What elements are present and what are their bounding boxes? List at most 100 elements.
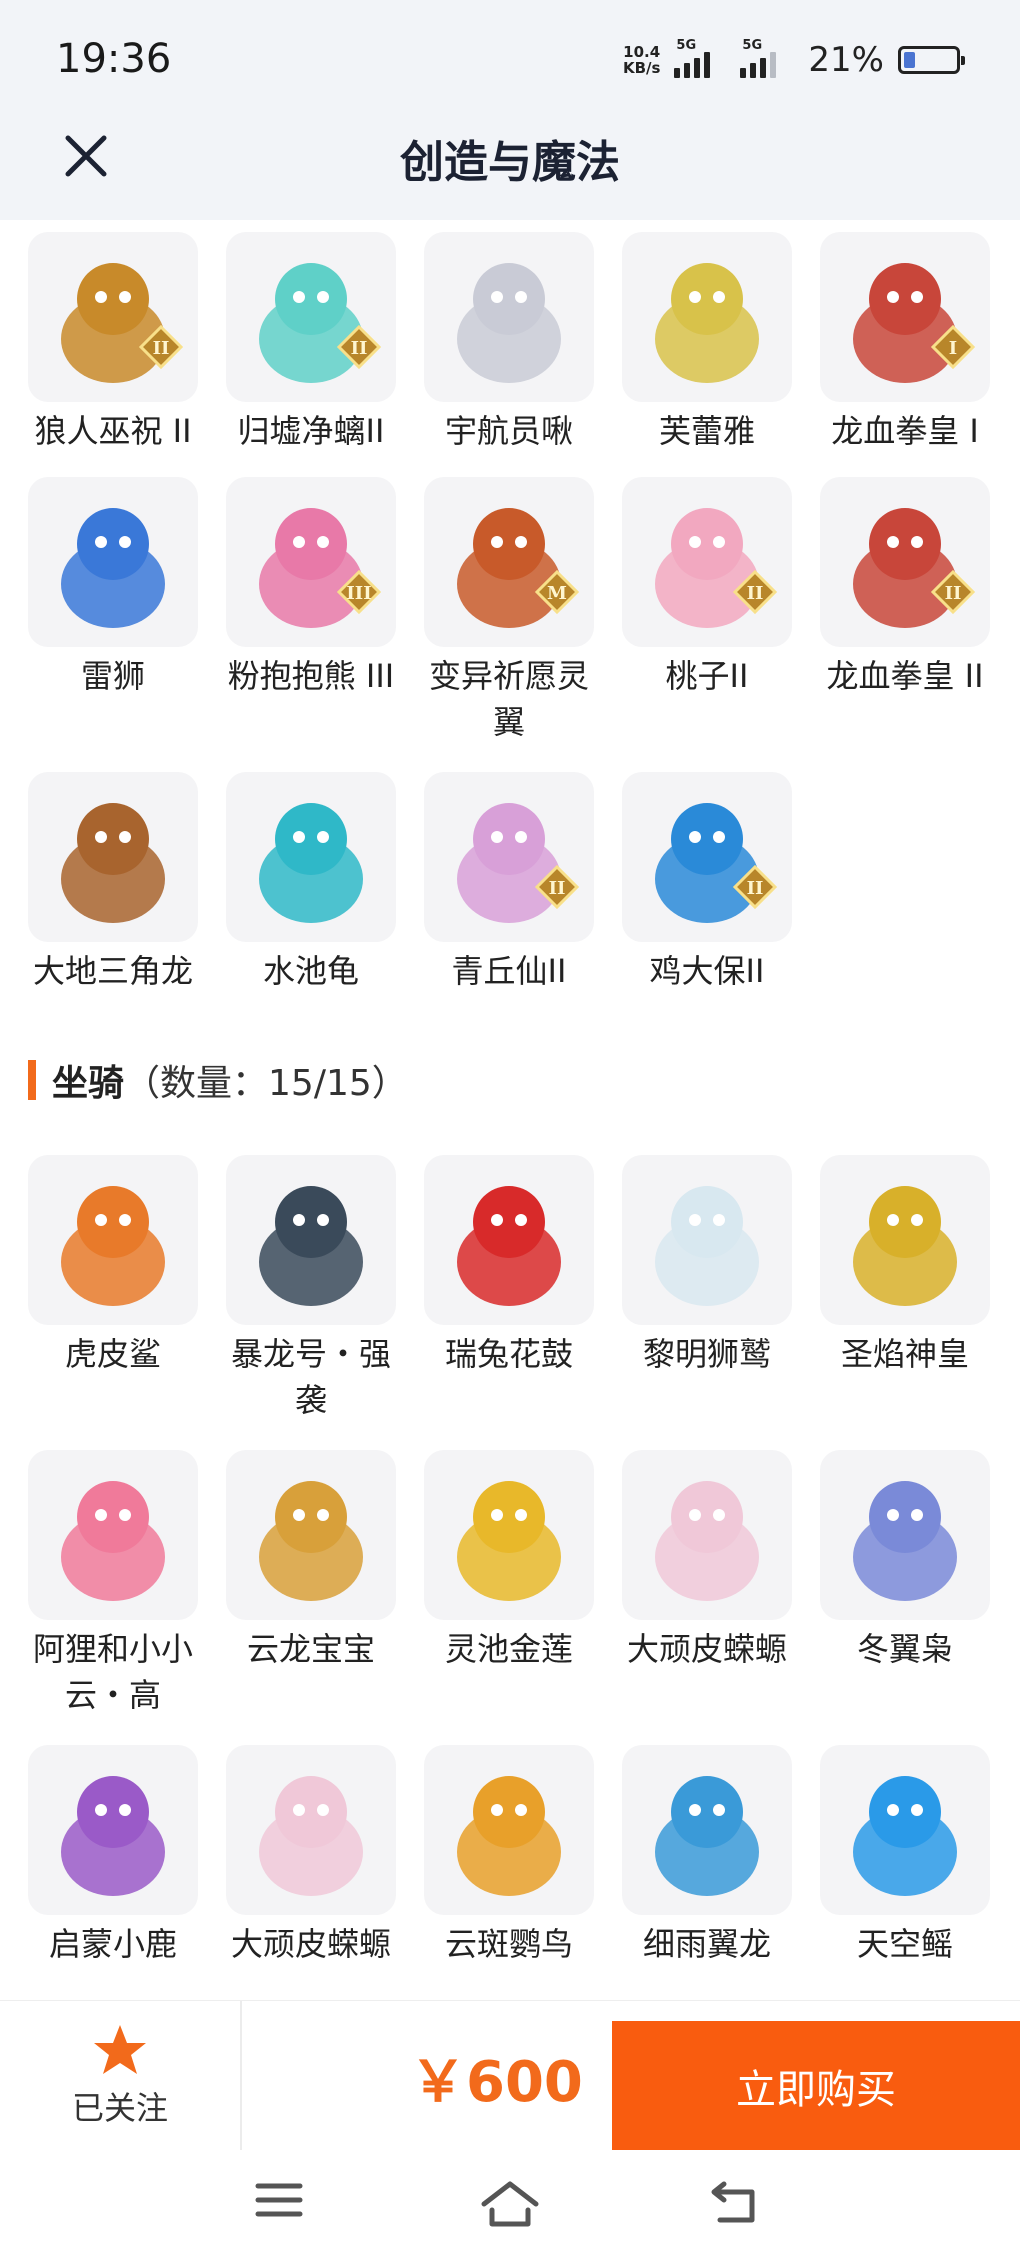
svg-text:I: I [949, 338, 957, 359]
pet-item[interactable]: 宇航员啾 [424, 232, 604, 454]
mount-name: 阿狸和小小云・高 [32, 1630, 193, 1714]
status-time: 19:36 [56, 36, 172, 82]
mount-thumbnail [820, 1450, 990, 1620]
pet-name: 狼人巫祝 II [34, 412, 192, 450]
mount-item[interactable]: 瑞兔花鼓 [424, 1155, 604, 1377]
character-art: II [655, 508, 777, 628]
pet-item[interactable]: I 龙血拳皇 I [820, 232, 1000, 454]
pet-item[interactable]: II 鸡大保II [622, 772, 802, 994]
section-title: 坐骑 [52, 1063, 125, 1104]
character-art: II [655, 803, 777, 923]
pet-item[interactable]: II 归墟净螭II [226, 232, 406, 454]
pet-item[interactable]: 水池龟 [226, 772, 406, 994]
status-bar: 19:36 10.4 KB/s 5G 5G 21% [0, 0, 1020, 112]
star-icon [94, 2025, 146, 2074]
mount-name: 云龙宝宝 [246, 1630, 375, 1668]
follow-label: 已关注 [71, 2089, 168, 2127]
back-button[interactable] [710, 2180, 770, 2230]
mount-thumbnail [820, 1155, 990, 1325]
svg-text:III: III [346, 583, 371, 604]
mount-name: 圣焰神皇 [840, 1335, 969, 1373]
mount-item[interactable]: 云斑鹦鸟 [424, 1745, 604, 1967]
pet-name: 青丘仙II [451, 952, 567, 990]
pet-name: 粉抱抱熊 III [227, 657, 395, 695]
mount-name: 黎明狮鹫 [642, 1335, 771, 1373]
character-art: III [259, 508, 381, 628]
section-count: （数量：15/15） [124, 1063, 408, 1104]
bottom-action-bar: 已关注 ￥600 立即购买 [0, 2000, 1020, 2151]
character-art [61, 1776, 165, 1896]
svg-text:II: II [747, 878, 764, 899]
mount-name: 细雨翼龙 [642, 1925, 771, 1963]
mount-thumbnail [622, 1450, 792, 1620]
menu-icon [255, 2183, 303, 2217]
character-art [853, 1481, 957, 1601]
character-art [457, 1481, 561, 1601]
svg-text:II: II [549, 878, 566, 899]
pet-name: 水池龟 [262, 952, 359, 990]
pet-item[interactable]: II 桃子II [622, 477, 802, 699]
character-art [259, 1776, 363, 1896]
pet-thumbnail: M [424, 477, 594, 647]
character-art [655, 1186, 759, 1306]
pet-thumbnail [28, 477, 198, 647]
battery-icon [898, 46, 965, 74]
mount-item[interactable]: 天空鳐 [820, 1745, 1000, 1967]
mount-thumbnail [424, 1745, 594, 1915]
home-button[interactable] [480, 2180, 540, 2230]
mount-item[interactable]: 虎皮鲨 [28, 1155, 208, 1377]
follow-button[interactable]: 已关注 [0, 2001, 242, 2151]
pet-thumbnail: II [424, 772, 594, 942]
pet-item[interactable]: 雷狮 [28, 477, 208, 699]
pet-thumbnail: I [820, 232, 990, 402]
mount-item[interactable]: 云龙宝宝 [226, 1450, 406, 1672]
pet-item[interactable]: II 龙血拳皇 II [820, 477, 1000, 699]
mount-name: 冬翼枭 [856, 1630, 953, 1668]
status-indicators: 10.4 KB/s 5G 5G 21% [623, 36, 965, 84]
menu-button[interactable] [254, 2180, 314, 2230]
mount-thumbnail [820, 1745, 990, 1915]
pet-name: 芙蕾雅 [658, 412, 755, 450]
pet-item[interactable]: 大地三角龙 [28, 772, 208, 994]
mount-thumbnail [622, 1155, 792, 1325]
mount-thumbnail [226, 1745, 396, 1915]
battery-fill [904, 52, 915, 68]
network-speed-value: 10.4 [623, 43, 661, 61]
price: ￥600 [410, 2050, 583, 2115]
character-art [61, 1186, 165, 1306]
character-art [853, 1776, 957, 1896]
mount-item[interactable]: 冬翼枭 [820, 1450, 1000, 1672]
mount-item[interactable]: 圣焰神皇 [820, 1155, 1000, 1377]
pet-item[interactable]: 芙蕾雅 [622, 232, 802, 454]
mount-item[interactable]: 启蒙小鹿 [28, 1745, 208, 1967]
svg-text:II: II [945, 583, 962, 604]
mount-item[interactable]: 暴龙号・强袭 [226, 1155, 406, 1423]
pet-name: 龙血拳皇 I [831, 412, 979, 450]
pet-item[interactable]: II 青丘仙II [424, 772, 604, 994]
character-art: II [457, 803, 579, 923]
character-art [457, 1186, 561, 1306]
pet-name: 龙血拳皇 II [826, 657, 984, 695]
mount-thumbnail [28, 1745, 198, 1915]
mount-item[interactable]: 大顽皮蝾螈 [622, 1450, 802, 1672]
mount-item[interactable]: 黎明狮鹫 [622, 1155, 802, 1377]
mount-item[interactable]: 细雨翼龙 [622, 1745, 802, 1967]
signal-icon-2: 5G [740, 38, 792, 78]
network-speed: 10.4 KB/s [623, 44, 660, 76]
mount-thumbnail [424, 1450, 594, 1620]
pet-thumbnail: III [226, 477, 396, 647]
buy-now-button[interactable]: 立即购买 [612, 2021, 1020, 2151]
signal-icon: 5G [674, 38, 726, 78]
pet-thumbnail [424, 232, 594, 402]
pet-item[interactable]: II 狼人巫祝 II [28, 232, 208, 454]
pet-thumbnail: II [820, 477, 990, 647]
mount-item[interactable]: 灵池金莲 [424, 1450, 604, 1672]
pet-item[interactable]: III 粉抱抱熊 III [226, 477, 406, 699]
mount-item[interactable]: 阿狸和小小云・高 [28, 1450, 208, 1718]
character-art: I [853, 263, 975, 383]
mount-item[interactable]: 大顽皮蝾螈 [226, 1745, 406, 1967]
character-art: M [457, 508, 579, 628]
character-art: II [853, 508, 975, 628]
pet-item[interactable]: M 变异祈愿灵翼 [424, 477, 604, 745]
content-scroll[interactable]: II 狼人巫祝 II II 归墟净螭II 宇航员啾 芙蕾雅 I 龙血拳皇 I 雷狮 III 粉抱抱熊… [0, 220, 1020, 2000]
